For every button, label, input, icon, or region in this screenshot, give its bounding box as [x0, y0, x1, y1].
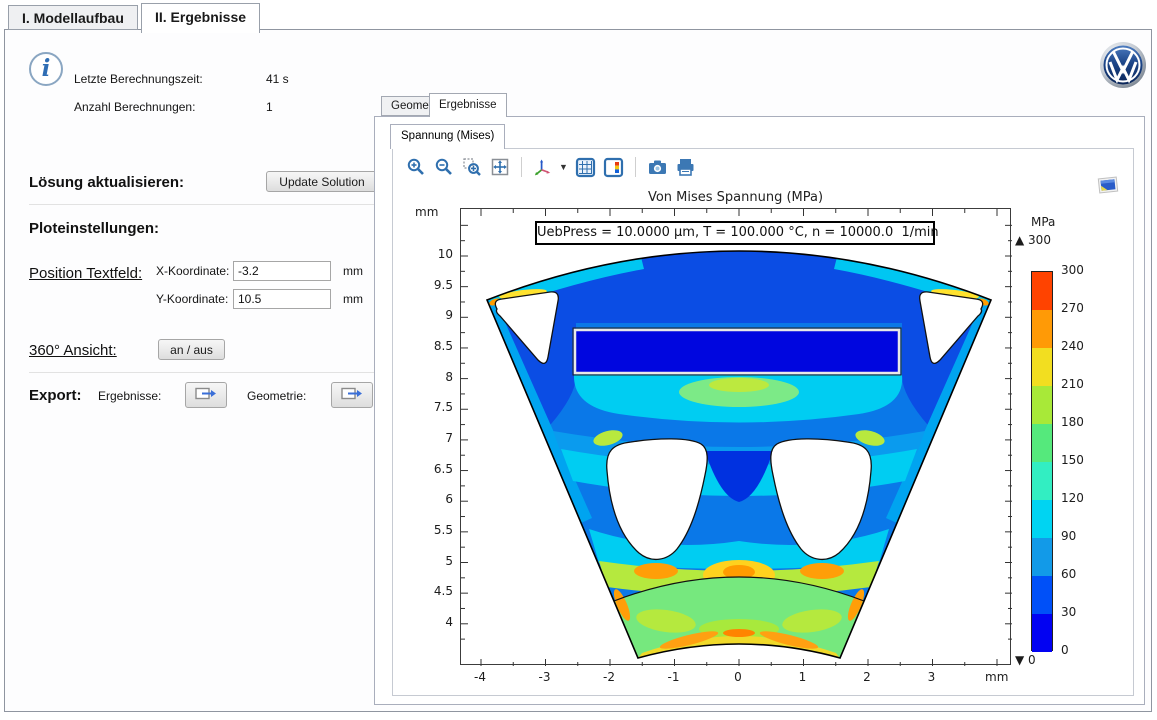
y-tick-label: 8.5	[413, 339, 453, 353]
color-legend-icon[interactable]	[603, 157, 624, 178]
zoom-box-icon[interactable]	[461, 157, 482, 178]
tab-spannung-mises[interactable]: Spannung (Mises)	[390, 124, 505, 149]
graphics-area[interactable]: ▼ Von Mises Spannung (MPa) UebPress = 10…	[392, 148, 1134, 696]
zoom-in-icon[interactable]	[405, 157, 426, 178]
colorbar-tick-label: 60	[1061, 567, 1076, 581]
y-unit-label: mm	[343, 292, 363, 306]
y-tick-label: 7.5	[413, 400, 453, 414]
y-tick-label: 4.5	[413, 584, 453, 598]
plot-title: Von Mises Spannung (MPa)	[460, 190, 1011, 205]
colorbar-tick-label: 90	[1061, 529, 1076, 543]
calc-count-label: Anzahl Berechnungen:	[74, 100, 195, 114]
axis-orientation-caret[interactable]: ▼	[559, 162, 568, 172]
y-tick-label: 9.5	[413, 278, 453, 292]
colorbar-tick-label: 270	[1061, 301, 1084, 315]
export-results-button[interactable]	[185, 382, 227, 408]
export-icon	[195, 386, 217, 401]
x-unit-label: mm	[343, 264, 363, 278]
toolbar-separator	[635, 157, 636, 177]
plot-canvas[interactable]	[460, 208, 1011, 665]
y-tick-label: 4	[413, 615, 453, 629]
snapshot-icon[interactable]	[647, 157, 668, 178]
results-panel: Spannung (Mises) ▼ V	[374, 116, 1145, 705]
export-geometry-button[interactable]	[331, 382, 373, 408]
y-coordinate-input[interactable]	[233, 289, 331, 309]
x-tick-label: 3	[915, 670, 949, 684]
colorbar-tick-label: 180	[1061, 415, 1084, 429]
colorbar-tick-label: 210	[1061, 377, 1084, 391]
y-tick-label: 9	[413, 308, 453, 322]
colorbar	[1031, 271, 1053, 651]
y-tick-label: 6	[413, 492, 453, 506]
y-coordinate-label: Y-Koordinate:	[156, 292, 228, 306]
x-coordinate-input[interactable]	[233, 261, 331, 281]
y-tick-label: 10	[413, 247, 453, 261]
colorbar-max-marker: ▲ 300	[1015, 233, 1051, 247]
tab-ergebnisse[interactable]: II. Ergebnisse	[141, 3, 260, 33]
colorbar-unit: MPa	[1031, 215, 1055, 229]
colorbar-tick-label: 120	[1061, 491, 1084, 505]
plot-toolbar: ▼	[405, 154, 696, 180]
last-calc-time-label: Letzte Berechnungszeit:	[74, 72, 203, 86]
x-tick-label: -4	[463, 670, 497, 684]
colorbar-min-marker: ▼ 0	[1015, 653, 1036, 667]
y-tick-label: 5	[413, 554, 453, 568]
colorbar-tick-label: 30	[1061, 605, 1076, 619]
print-icon[interactable]	[675, 157, 696, 178]
info-icon: i	[29, 52, 63, 86]
y-axis-unit: mm	[415, 205, 438, 219]
colorbar-tick-label: 240	[1061, 339, 1084, 353]
export-icon	[341, 386, 363, 401]
axis-orientation-icon[interactable]	[533, 157, 554, 178]
export-results-label: Ergebnisse:	[98, 389, 161, 403]
zoom-out-icon[interactable]	[433, 157, 454, 178]
x-tick-label: -3	[528, 670, 562, 684]
divider	[29, 204, 379, 205]
grid-icon[interactable]	[575, 157, 596, 178]
view-360-toggle-button[interactable]: an / aus	[158, 339, 225, 360]
divider	[29, 372, 379, 373]
update-solution-button[interactable]: Update Solution	[266, 171, 378, 192]
tab-modellaufbau[interactable]: I. Modellaufbau	[8, 5, 138, 30]
vw-logo	[1099, 41, 1147, 94]
x-tick-label: 1	[786, 670, 820, 684]
magnet-slot	[575, 330, 899, 373]
export-geometry-label: Geometrie:	[247, 389, 306, 403]
textfield-position-label: Position Textfeld:	[29, 265, 142, 282]
export-heading: Export:	[29, 387, 82, 404]
x-axis-unit: mm	[985, 670, 1008, 684]
x-tick-label: -2	[592, 670, 626, 684]
plot-window-icon[interactable]	[1097, 175, 1119, 200]
x-tick-label: -1	[657, 670, 691, 684]
y-tick-label: 6.5	[413, 462, 453, 476]
stress-contours	[487, 251, 991, 658]
view-360-label: 360° Ansicht:	[29, 342, 117, 359]
x-coordinate-label: X-Koordinate:	[156, 264, 229, 278]
zoom-extents-icon[interactable]	[489, 157, 510, 178]
plot-settings-heading: Ploteinstellungen:	[29, 220, 159, 237]
y-tick-label: 7	[413, 431, 453, 445]
x-tick-label: 0	[721, 670, 755, 684]
app-window: i Letzte Berechnungszeit: 41 s Anzahl Be…	[4, 29, 1152, 712]
colorbar-tick-label: 0	[1061, 643, 1069, 657]
y-tick-label: 5.5	[413, 523, 453, 537]
toolbar-separator	[521, 157, 522, 177]
update-solution-heading: Lösung aktualisieren:	[29, 174, 184, 191]
colorbar-tick-label: 300	[1061, 263, 1084, 277]
last-calc-time-value: 41 s	[266, 72, 289, 86]
colorbar-tick-label: 150	[1061, 453, 1084, 467]
mises-contour-plot	[461, 209, 1012, 666]
tab-right-ergebnisse[interactable]: Ergebnisse	[429, 93, 507, 117]
calc-count-value: 1	[266, 100, 273, 114]
x-tick-label: 2	[850, 670, 884, 684]
y-tick-label: 8	[413, 370, 453, 384]
